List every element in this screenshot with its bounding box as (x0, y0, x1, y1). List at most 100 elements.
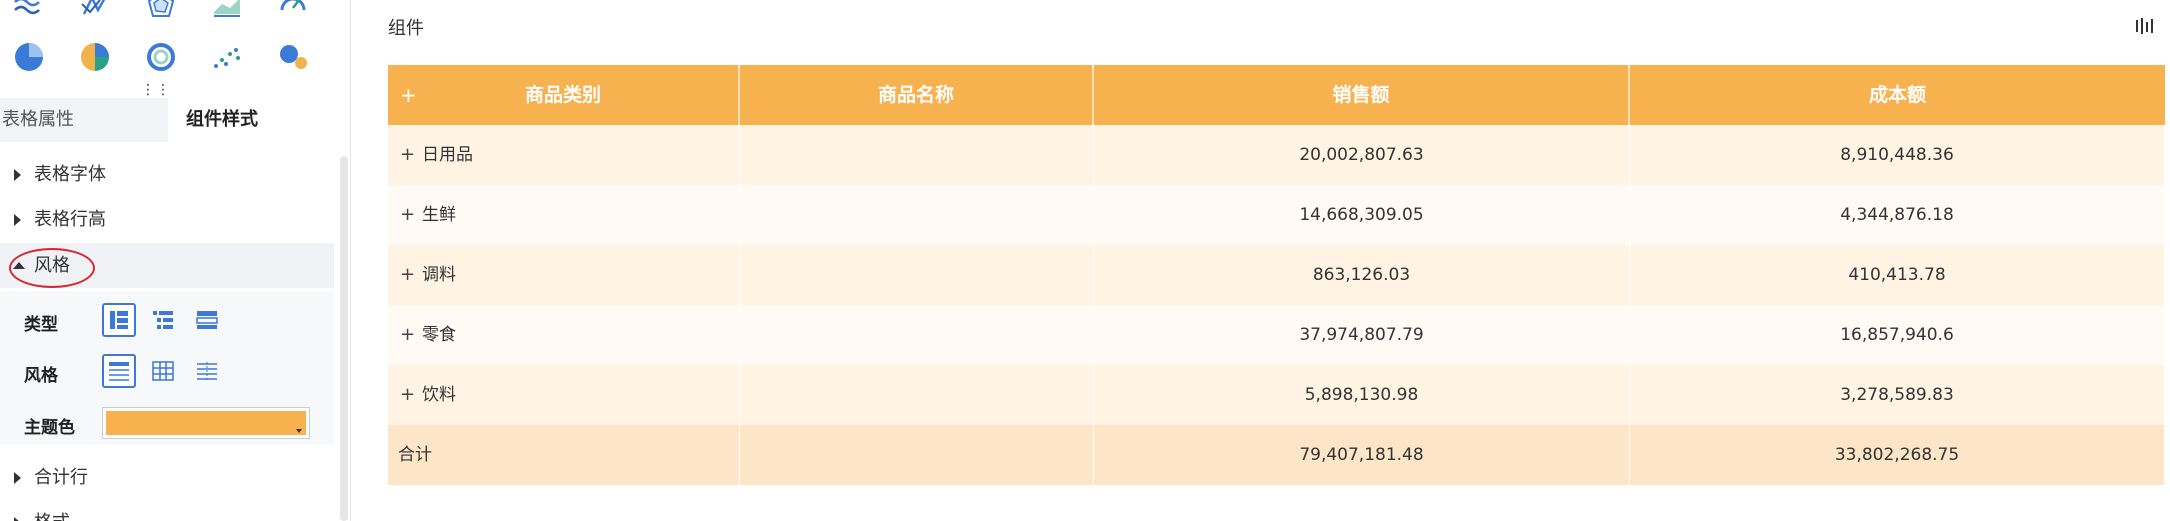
expand-row-icon[interactable]: + (400, 305, 418, 365)
expand-row-icon[interactable]: + (400, 365, 418, 425)
line-chart-icon[interactable] (12, 0, 46, 22)
category-cell: + 饮料 (388, 365, 740, 425)
sales-cell: 14,668,309.05 (1094, 185, 1630, 245)
lines-style-icon (197, 362, 217, 381)
category-label: 零食 (422, 325, 456, 345)
theme-color-swatch (106, 411, 306, 435)
tree-table-icon (153, 311, 173, 329)
chevron-down-icon (296, 429, 302, 433)
cost-cell: 4,344,876.18 (1630, 185, 2165, 245)
chart-icon-row-2 (0, 40, 350, 80)
expand-all-icon[interactable]: + (400, 65, 417, 125)
radar-chart-icon[interactable] (144, 0, 178, 22)
sales-cell: 20,002,807.63 (1094, 125, 1630, 185)
header-cell[interactable]: 商品名称 (740, 65, 1094, 125)
cost-cell: 3,278,589.83 (1630, 365, 2165, 425)
cost-cell: 8,910,448.36 (1630, 125, 2165, 185)
section-label: 表格行高 (34, 209, 106, 230)
sales-cell: 863,126.03 (1094, 245, 1630, 305)
style-banded-button[interactable] (102, 354, 136, 388)
sales-cell: 37,974,807.79 (1094, 305, 1630, 365)
style-section-body: 类型 风格 主题色 (0, 291, 334, 445)
section-total-row[interactable]: 合计行 (0, 455, 334, 500)
expand-row-icon[interactable]: + (400, 245, 418, 305)
multi-pie-chart-icon[interactable] (78, 40, 112, 74)
caret-right-icon (14, 169, 21, 181)
header-cell[interactable]: 成本额 (1630, 65, 2165, 125)
property-tabs: 表格属性 组件样式 (0, 98, 350, 142)
category-label: 生鲜 (422, 205, 456, 225)
category-label: 日用品 (422, 145, 473, 165)
theme-color-label: 主题色 (24, 418, 75, 438)
category-cell: + 日用品 (388, 125, 740, 185)
table-row: + 饮料 5,898,130.98 3,278,589.83 (388, 365, 2165, 425)
grouped-table-icon (110, 311, 128, 329)
scatter-chart-icon[interactable] (210, 40, 244, 74)
section-label: 表格字体 (34, 164, 106, 185)
name-cell (740, 245, 1094, 305)
table-row: + 零食 37,974,807.79 16,857,940.6 (388, 305, 2165, 365)
total-cost-cell: 33,802,268.75 (1630, 425, 2165, 485)
cost-cell: 16,857,940.6 (1630, 305, 2165, 365)
section-label: 格式 (34, 500, 70, 521)
type-tree-button[interactable] (146, 303, 180, 337)
name-cell (740, 305, 1094, 365)
table-row: + 日用品 20,002,807.63 8,910,448.36 (388, 125, 2165, 185)
tab-component-style[interactable]: 组件样式 (168, 98, 350, 142)
section-label: 合计行 (34, 467, 88, 488)
column-settings-icon[interactable] (2134, 16, 2156, 36)
table-row: + 调料 863,126.03 410,413.78 (388, 245, 2165, 305)
header-label: 商品类别 (524, 84, 601, 106)
name-cell (740, 125, 1094, 185)
category-label: 调料 (422, 265, 456, 285)
cross-table-icon (196, 311, 218, 329)
total-label: 合计 (388, 425, 740, 485)
pie-chart-icon[interactable] (12, 40, 46, 74)
expand-row-icon[interactable]: + (400, 185, 418, 245)
cost-cell: 410,413.78 (1630, 245, 2165, 305)
grid-style-icon (152, 361, 174, 381)
style-lines-button[interactable] (190, 354, 224, 388)
left-config-panel: ⋮⋮ 表格属性 组件样式 表格字体 表格行高 风格 类型 风格 主题色 合计行 (0, 0, 351, 521)
category-label: 饮料 (422, 385, 456, 405)
left-panel-scrollbar[interactable] (340, 156, 348, 521)
data-table: + 商品类别 商品名称 销售额 成本额 + 日用品 20,002,807.63 8… (388, 65, 2165, 485)
total-name-cell (740, 425, 1094, 485)
name-cell (740, 365, 1094, 425)
style-label: 风格 (24, 366, 58, 386)
caret-right-icon (14, 214, 21, 226)
category-cell: + 生鲜 (388, 185, 740, 245)
donut-chart-icon[interactable] (144, 40, 178, 74)
section-table-row-height[interactable]: 表格行高 (0, 197, 334, 242)
theme-color-picker[interactable] (102, 407, 310, 439)
header-cell[interactable]: 销售额 (1094, 65, 1630, 125)
annotation-red-circle (9, 248, 95, 288)
style-grid-button[interactable] (146, 354, 180, 388)
section-table-font[interactable]: 表格字体 (0, 152, 334, 197)
gauge-chart-icon[interactable] (276, 0, 310, 22)
main-canvas: 组件 + 商品类别 商品名称 销售额 成本额 + 日用品 20,002,807.… (364, 0, 2170, 521)
table-header-row: + 商品类别 商品名称 销售额 成本额 (388, 65, 2165, 125)
area-chart-icon[interactable] (210, 0, 244, 22)
table-row: + 生鲜 14,668,309.05 4,344,876.18 (388, 185, 2165, 245)
table-total-row: 合计 79,407,181.48 33,802,268.75 (388, 425, 2165, 485)
section-format[interactable]: 格式 (0, 500, 334, 521)
type-cross-button[interactable] (190, 303, 224, 337)
name-cell (740, 185, 1094, 245)
total-sales-cell: 79,407,181.48 (1094, 425, 1630, 485)
type-label: 类型 (24, 315, 58, 335)
category-cell: + 零食 (388, 305, 740, 365)
component-panel: 组件 + 商品类别 商品名称 销售额 成本额 + 日用品 20,002,807.… (364, 0, 2170, 521)
bubble-chart-icon[interactable] (276, 40, 310, 74)
expand-row-icon[interactable]: + (400, 125, 418, 185)
type-grouped-button[interactable] (102, 303, 136, 337)
tab-table-properties[interactable]: 表格属性 (0, 98, 168, 142)
category-cell: + 调料 (388, 245, 740, 305)
caret-right-icon (14, 517, 21, 521)
sales-cell: 5,898,130.98 (1094, 365, 1630, 425)
scatter-line-icon[interactable] (78, 0, 112, 22)
header-cell[interactable]: + 商品类别 (388, 65, 740, 125)
banded-style-icon (109, 362, 129, 381)
panel-title: 组件 (388, 18, 424, 39)
chart-icon-row-1 (0, 0, 350, 28)
